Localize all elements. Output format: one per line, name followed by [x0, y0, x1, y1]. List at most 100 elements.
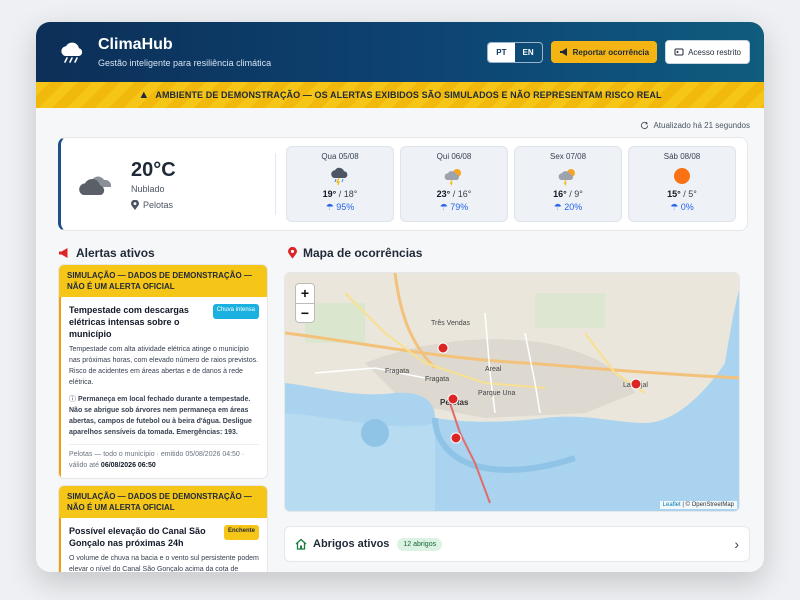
- demo-banner: ▲ AMBIENTE DE DEMONSTRAÇÃO — OS ALERTAS …: [36, 82, 764, 108]
- map-canvas[interactable]: Três Vendas Fragata Fragata Areal Pelota…: [285, 273, 740, 512]
- alert-category-badge: Chuva intensa: [212, 304, 259, 319]
- report-occurrence-button[interactable]: Reportar ocorrência: [550, 41, 658, 63]
- attribution-text: | © OpenStreetMap: [682, 502, 734, 508]
- forecast-rain: ☂ 20%: [553, 202, 583, 212]
- alert-description: Tempestade com alta atividade elétrica a…: [69, 346, 259, 386]
- leaflet-link[interactable]: Leaflet: [663, 502, 681, 508]
- app-name: ClimaHub: [98, 36, 173, 53]
- alert-instructions-text: Permaneça em local fechado durante a tem…: [69, 396, 252, 436]
- forecast-temps: 23° / 16°: [436, 189, 472, 199]
- restricted-access-button[interactable]: Acesso restrito: [665, 40, 750, 64]
- forecast-rain: ☂ 79%: [439, 202, 469, 212]
- forecast-max: 19°: [322, 189, 337, 199]
- megaphone-icon: [559, 48, 567, 56]
- occurrence-map[interactable]: Três Vendas Fragata Fragata Areal Pelota…: [284, 272, 740, 512]
- app-subtitle: Gestão inteligente para resiliência clim…: [98, 58, 272, 68]
- access-label: Acesso restrito: [688, 47, 741, 57]
- zoom-out-button[interactable]: −: [296, 303, 314, 322]
- forecast-rain-value: 20%: [564, 202, 583, 212]
- forecast-day: Qui 06/08 23° / 16° ☂ 79%: [400, 146, 508, 222]
- house-icon: [295, 538, 307, 550]
- alert-card[interactable]: SIMULAÇÃO — DADOS DE DEMONSTRAÇÃO — NÃO …: [58, 485, 268, 572]
- forecast-day-name: Qui 06/08: [436, 152, 472, 161]
- map-label-parque-una: Parque Una: [478, 390, 515, 397]
- location-pin-icon: [131, 199, 139, 210]
- alert-valid-until: 06/08/2026 06:50: [100, 462, 156, 469]
- sun-storm-icon: [444, 169, 461, 186]
- shelters-title: Abrigos ativos: [313, 538, 390, 550]
- forecast-day: Sáb 08/08 15° / 5° ☂ 0%: [628, 146, 736, 222]
- forecast-max: 16°: [553, 189, 567, 199]
- current-location: Pelotas: [131, 199, 176, 210]
- id-card-icon: [674, 48, 684, 56]
- updated-text: Atualizado há 21 segundos: [653, 121, 750, 130]
- update-status: Atualizado há 21 segundos: [640, 121, 750, 130]
- forecast-rain-value: 79%: [450, 202, 469, 212]
- forecast-list: Qua 05/08 19° / 18° ☂ 95% Qui 06/08 23° …: [276, 146, 736, 222]
- alert-disclaimer: SIMULAÇÃO — DADOS DE DEMONSTRAÇÃO — NÃO …: [59, 265, 267, 297]
- storm-icon: [331, 167, 348, 186]
- report-label: Reportar ocorrência: [572, 47, 650, 57]
- map-attribution: Leaflet | © OpenStreetMap: [659, 501, 737, 509]
- warning-icon: ▲: [138, 89, 150, 101]
- forecast-day-name: Qua 05/08: [321, 152, 359, 161]
- lang-en-button[interactable]: EN: [515, 43, 542, 62]
- forecast-rain: ☂ 95%: [325, 202, 355, 212]
- alert-title: Possível elevação do Canal São Gonçalo n…: [69, 526, 206, 548]
- current-condition: Nublado: [131, 183, 165, 194]
- weather-panel: 20°C Nublado Pelotas Qua 05/08 19° / 18°…: [58, 137, 748, 231]
- chevron-right-icon[interactable]: ›: [734, 536, 739, 552]
- alert-category-badge: Enchente: [223, 525, 259, 540]
- alert-disclaimer: SIMULAÇÃO — DADOS DE DEMONSTRAÇÃO — NÃO …: [59, 486, 267, 518]
- alerts-heading: Alertas ativos: [58, 246, 155, 260]
- map-label-tres-vendas: Três Vendas: [431, 320, 471, 327]
- language-switch: PT EN: [487, 41, 543, 63]
- forecast-temps: 16° / 9°: [553, 189, 583, 199]
- occurrence-marker[interactable]: [630, 378, 642, 390]
- forecast-min: 9°: [574, 189, 583, 199]
- map-title: Mapa de ocorrências: [303, 246, 423, 260]
- current-city: Pelotas: [143, 199, 174, 210]
- alert-description: O volume de chuva na bacia e o vento sul…: [69, 555, 259, 572]
- forecast-min: 16°: [457, 189, 472, 199]
- forecast-rain-value: 95%: [336, 202, 355, 212]
- alert-card[interactable]: SIMULAÇÃO — DADOS DE DEMONSTRAÇÃO — NÃO …: [58, 264, 268, 479]
- forecast-temps: 15° / 5°: [667, 189, 697, 199]
- alerts-list: SIMULAÇÃO — DADOS DE DEMONSTRAÇÃO — NÃO …: [58, 264, 268, 572]
- alert-meta-text: Pelotas — todo o município · emitido 05/…: [69, 451, 245, 469]
- current-weather: 20°C Nublado Pelotas: [61, 153, 276, 215]
- sun-icon: [674, 168, 690, 184]
- shelters-panel[interactable]: Abrigos ativos 12 abrigos ›: [284, 526, 750, 562]
- alert-meta: Pelotas — todo o município · emitido 05/…: [69, 444, 259, 471]
- forecast-day-name: Sáb 08/08: [663, 152, 701, 161]
- location-pin-icon: [288, 247, 297, 259]
- app-window: ClimaHub Gestão inteligente para resiliê…: [36, 22, 764, 572]
- megaphone-icon: [59, 248, 68, 258]
- storm-cloud-logo-icon: [61, 42, 83, 63]
- current-temp: 20°C: [131, 158, 176, 181]
- map-heading: Mapa de ocorrências: [288, 246, 422, 260]
- demo-banner-text: AMBIENTE DE DEMONSTRAÇÃO — OS ALERTAS EX…: [155, 90, 662, 100]
- alert-title: Tempestade com descargas elétricas inten…: [69, 305, 189, 339]
- forecast-min: 18°: [343, 189, 358, 199]
- forecast-rain-value: 0%: [680, 202, 694, 212]
- refresh-icon[interactable]: [640, 121, 649, 130]
- zoom-in-button[interactable]: +: [296, 284, 314, 303]
- occurrence-marker[interactable]: [450, 432, 462, 444]
- occurrence-marker[interactable]: [437, 342, 449, 354]
- zoom-control: + −: [295, 283, 315, 323]
- lang-pt-button[interactable]: PT: [488, 42, 515, 62]
- map-label-fragata-2: Fragata: [425, 376, 449, 383]
- shelters-count-badge: 12 abrigos: [397, 537, 443, 551]
- forecast-day: Qua 05/08 19° / 18° ☂ 95%: [286, 146, 394, 222]
- occurrence-marker[interactable]: [447, 393, 459, 405]
- map-label-fragata: Fragata: [385, 368, 409, 375]
- alerts-title: Alertas ativos: [76, 246, 155, 260]
- header: ClimaHub Gestão inteligente para resiliê…: [36, 22, 764, 82]
- forecast-day-name: Sex 07/08: [549, 152, 587, 161]
- forecast-min: 5°: [688, 189, 697, 199]
- forecast-temps: 19° / 18°: [322, 189, 358, 199]
- map-label-areal: Areal: [485, 366, 502, 373]
- forecast-rain: ☂ 0%: [670, 202, 694, 212]
- forecast-day: Sex 07/08 16° / 9° ☂ 20%: [514, 146, 622, 222]
